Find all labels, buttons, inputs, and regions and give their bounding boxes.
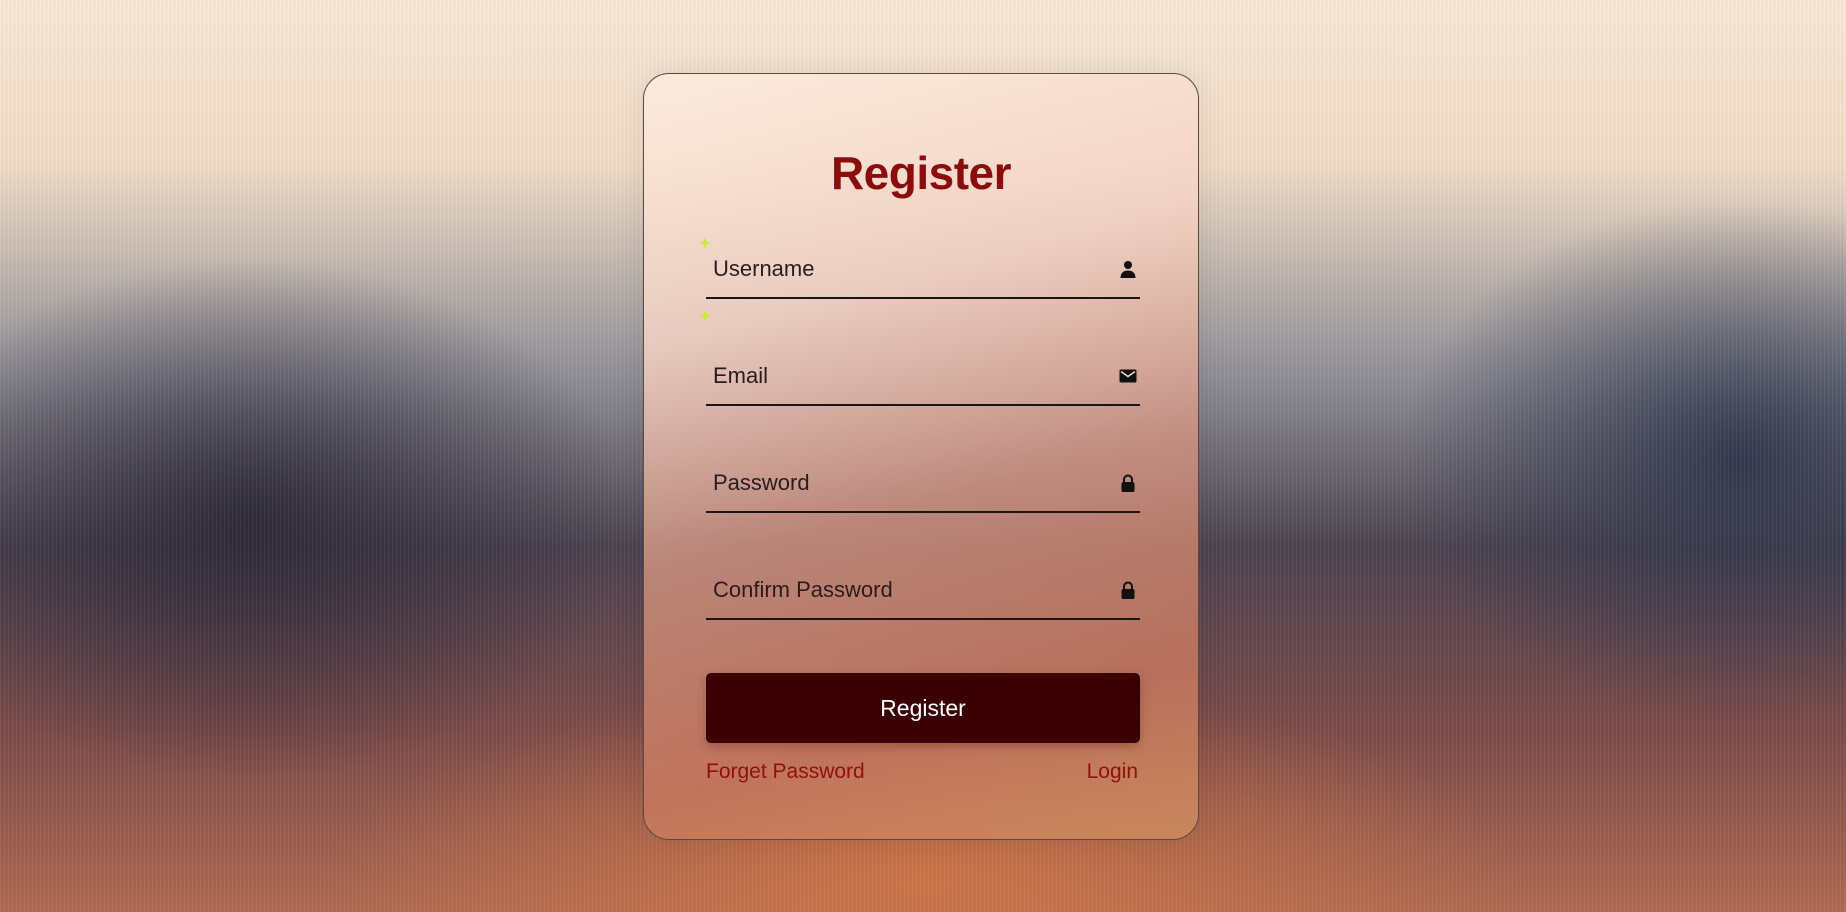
lock-icon bbox=[1121, 474, 1135, 492]
password-input[interactable] bbox=[706, 455, 1093, 511]
password-field bbox=[706, 455, 1140, 513]
confirm-password-field bbox=[706, 562, 1140, 620]
envelope-icon bbox=[1119, 369, 1137, 383]
register-card: Register Register Forget P bbox=[643, 73, 1199, 840]
username-input[interactable] bbox=[706, 241, 1093, 297]
register-button[interactable]: Register bbox=[706, 673, 1140, 743]
confirm-password-input[interactable] bbox=[706, 562, 1093, 618]
email-field bbox=[706, 348, 1140, 406]
username-field bbox=[706, 241, 1140, 299]
spark-icon bbox=[699, 310, 711, 322]
page-title: Register bbox=[830, 147, 1012, 199]
user-icon bbox=[1120, 261, 1136, 278]
forget-password-link[interactable]: Forget Password bbox=[706, 760, 865, 784]
email-input[interactable] bbox=[706, 348, 1093, 404]
lock-icon bbox=[1121, 581, 1135, 599]
login-link[interactable]: Login bbox=[1087, 760, 1138, 784]
